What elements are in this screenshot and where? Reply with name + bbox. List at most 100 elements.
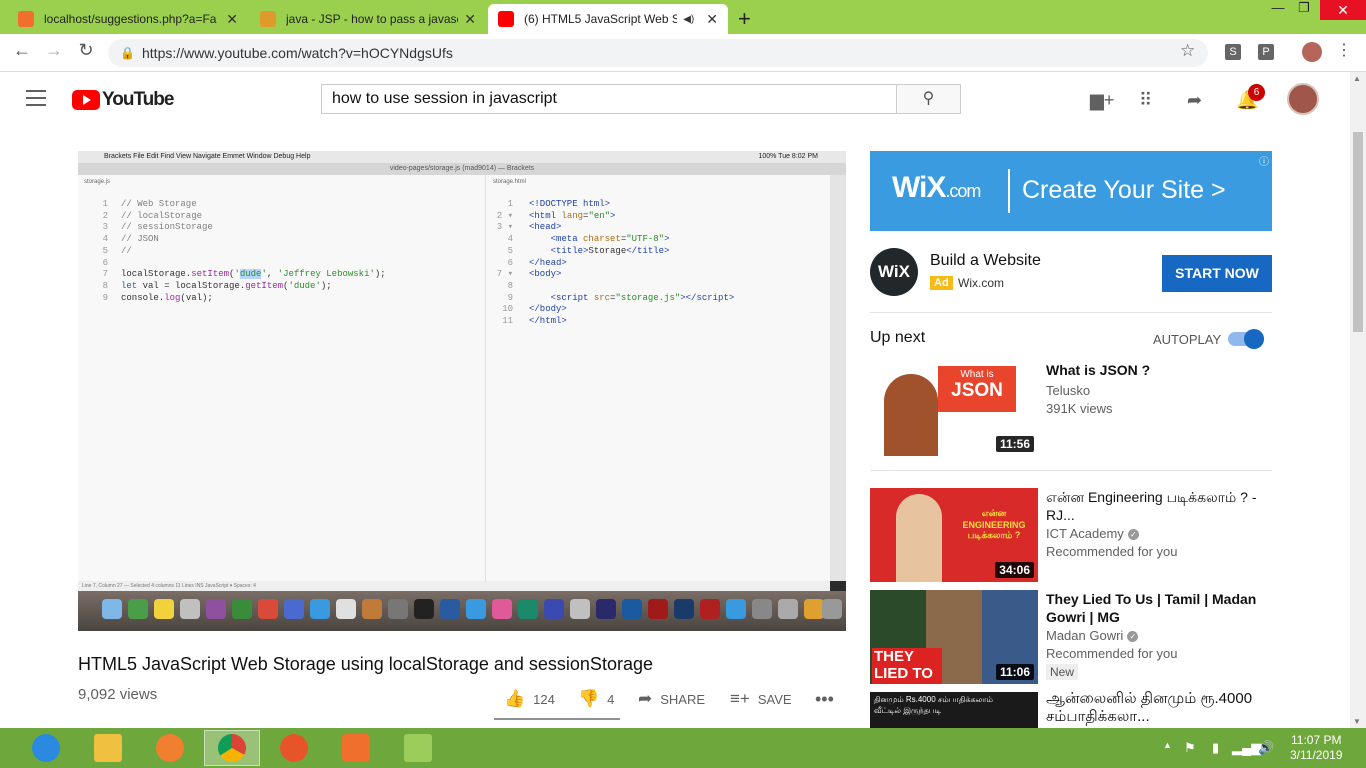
forward-icon[interactable]: → bbox=[42, 40, 66, 61]
tab-title: localhost/suggestions.php?a=Fa bbox=[44, 12, 217, 26]
ad-separator bbox=[1008, 169, 1010, 213]
video-thumbnail[interactable]: என்ன ENGINEERING படிக்கலாம் ? 34:06 bbox=[870, 488, 1038, 582]
network-signal-icon[interactable]: ▂▄▆ bbox=[1232, 740, 1261, 756]
new-tab-button[interactable]: + bbox=[738, 6, 751, 32]
left-file-name: storage.js bbox=[84, 179, 111, 185]
create-video-icon[interactable]: ▆+ bbox=[1090, 90, 1114, 111]
start-now-button[interactable]: START NOW bbox=[1162, 255, 1272, 292]
uc-browser-icon[interactable] bbox=[142, 730, 198, 766]
scrollbar-thumb[interactable] bbox=[1353, 132, 1363, 332]
mac-dock bbox=[78, 591, 846, 631]
ad-banner[interactable]: WiX.com Create Your Site > ⓘ bbox=[870, 151, 1272, 231]
close-tab-icon[interactable]: ✕ bbox=[464, 11, 476, 28]
video-thumbnail[interactable]: What is JSON 11:56 bbox=[870, 362, 1038, 456]
internet-explorer-icon[interactable] bbox=[18, 730, 74, 766]
file-explorer-icon[interactable] bbox=[80, 730, 136, 766]
close-tab-icon[interactable]: ✕ bbox=[706, 11, 718, 28]
browser-menu-icon[interactable]: ⋮ bbox=[1336, 40, 1352, 60]
channel-name-text: ICT Academy bbox=[1046, 526, 1124, 541]
reload-icon[interactable]: ↻ bbox=[74, 40, 98, 61]
editor-window-title: video-pages/storage.js (mad9014) — Brack… bbox=[389, 165, 535, 172]
video-thumbnail[interactable]: THEY LIED TO US 11:06 bbox=[870, 590, 1038, 684]
verified-check-icon: ✓ bbox=[1127, 631, 1139, 643]
ad-info-icon[interactable]: ⓘ bbox=[1259, 153, 1269, 168]
bookmark-star-icon[interactable]: ☆ bbox=[1180, 41, 1195, 61]
video-duration: 34:06 bbox=[995, 562, 1034, 578]
close-window-icon[interactable]: ✕ bbox=[1320, 0, 1366, 20]
profile-avatar[interactable] bbox=[1302, 42, 1322, 62]
minimize-icon[interactable]: — bbox=[1264, 0, 1292, 20]
wix-logo: WiX.com bbox=[892, 171, 981, 205]
code-editor: storage.js 1 2 3 4 5 6 7 8 9 // Web Stor… bbox=[78, 175, 830, 581]
firefox-icon[interactable] bbox=[266, 730, 322, 766]
clock-date: 3/11/2019 bbox=[1290, 748, 1343, 762]
video-item-title[interactable]: What is JSON ? bbox=[1046, 361, 1266, 379]
clock-time: 11:07 PM bbox=[1291, 733, 1342, 747]
tab-youtube[interactable]: (6) HTML5 JavaScript Web St ◀) ✕ bbox=[488, 4, 728, 34]
share-button[interactable]: ➦ SHARE bbox=[638, 689, 705, 709]
video-thumbnail[interactable]: தினமும் Rs.4000 சம்பாதிக்கலாம் வீட்டில் … bbox=[870, 692, 1038, 728]
video-meta: 391K views bbox=[1046, 401, 1113, 416]
tab-stackoverflow[interactable]: java - JSP - how to pass a javascr ✕ bbox=[250, 4, 486, 34]
autoplay-toggle[interactable] bbox=[1228, 329, 1264, 349]
battery-icon[interactable]: ▮ bbox=[1212, 740, 1219, 756]
extension-s-icon[interactable]: S bbox=[1225, 44, 1241, 60]
volume-icon[interactable]: 🔊 bbox=[1258, 740, 1274, 756]
line-numbers: 1 2 ▾ 3 ▾ 4 5 6 7 ▾ 8 9 10 11 bbox=[496, 199, 513, 327]
channel-name[interactable]: Telusko bbox=[1046, 383, 1090, 398]
video-meta: Recommended for you bbox=[1046, 544, 1178, 559]
extension-p-icon[interactable]: P bbox=[1258, 44, 1274, 60]
messages-icon[interactable]: ➦ bbox=[1187, 90, 1202, 111]
video-item-title[interactable]: ஆன்லைனில் தினமும் ரூ.4000 சம்பாதிக்கலா..… bbox=[1046, 690, 1266, 726]
audio-playing-icon[interactable]: ◀) bbox=[683, 14, 694, 25]
back-icon[interactable]: ← bbox=[10, 40, 34, 61]
menu-hamburger-icon[interactable] bbox=[26, 90, 46, 111]
apps-grid-icon[interactable]: ⠿ bbox=[1139, 90, 1152, 111]
address-toolbar: ← → ↻ 🔒 https://www.youtube.com/watch?v=… bbox=[0, 34, 1366, 72]
video-duration: 11:06 bbox=[995, 664, 1034, 680]
advertiser-logo[interactable]: WiX bbox=[870, 248, 918, 296]
more-actions-icon[interactable]: ••• bbox=[815, 689, 834, 710]
channel-name[interactable]: ICT Academy ✓ bbox=[1046, 526, 1139, 541]
maximize-icon[interactable]: ❐ bbox=[1290, 0, 1318, 20]
notepad-plus-icon[interactable] bbox=[390, 730, 446, 766]
browser-tab-strip: localhost/suggestions.php?a=Fa ✕ java - … bbox=[0, 0, 1366, 34]
action-center-flag-icon[interactable]: ⚑ bbox=[1184, 740, 1196, 756]
system-clock[interactable]: 11:07 PM 3/11/2019 bbox=[1290, 733, 1343, 763]
search-button[interactable]: ⚲ bbox=[896, 84, 961, 114]
xampp-icon[interactable] bbox=[328, 730, 384, 766]
editor-title-bar: video-pages/storage.js (mad9014) — Brack… bbox=[78, 163, 846, 185]
tab-localhost[interactable]: localhost/suggestions.php?a=Fa ✕ bbox=[8, 4, 248, 34]
show-hidden-icons[interactable]: ▲ bbox=[1163, 740, 1172, 750]
page-scrollbar[interactable]: ▲ ▼ bbox=[1350, 72, 1366, 728]
divider bbox=[870, 312, 1272, 313]
like-button[interactable]: 👍 124 bbox=[504, 689, 555, 709]
scroll-up-icon[interactable]: ▲ bbox=[1353, 74, 1361, 83]
video-title: HTML5 JavaScript Web Storage using local… bbox=[78, 654, 653, 674]
thumb-text: THEY LIED TO US bbox=[872, 648, 942, 684]
person-figure bbox=[896, 494, 942, 582]
account-avatar[interactable] bbox=[1287, 83, 1319, 115]
save-button[interactable]: ≡+ SAVE bbox=[730, 689, 792, 709]
mac-menu-text: Brackets File Edit Find View Navigate Em… bbox=[104, 153, 311, 160]
left-pane: storage.js 1 2 3 4 5 6 7 8 9 // Web Stor… bbox=[78, 175, 486, 581]
video-item-title[interactable]: They Lied To Us | Tamil | Madan Gowri | … bbox=[1046, 590, 1266, 626]
thumb-text: என்ன ENGINEERING படிக்கலாம் ? bbox=[962, 508, 1026, 540]
right-pane: storage.html 1 2 ▾ 3 ▾ 4 5 6 7 ▾ 8 9 10 … bbox=[487, 175, 830, 581]
channel-name[interactable]: Madan Gowri ✓ bbox=[1046, 628, 1139, 643]
ad-title[interactable]: Build a Website bbox=[930, 252, 1041, 270]
thumb-text-2: JSON bbox=[951, 380, 1003, 401]
video-player[interactable]: Brackets File Edit Find View Navigate Em… bbox=[78, 151, 846, 631]
scroll-down-icon[interactable]: ▼ bbox=[1353, 717, 1361, 726]
dislike-button[interactable]: 👎 4 bbox=[578, 689, 614, 709]
video-meta: Recommended for you bbox=[1046, 646, 1178, 661]
video-item-title[interactable]: என்ன Engineering படிக்கலாம் ? - RJ... bbox=[1046, 488, 1266, 524]
url-field[interactable]: 🔒 https://www.youtube.com/watch?v=hOCYNd… bbox=[108, 39, 1208, 67]
chrome-icon[interactable] bbox=[204, 730, 260, 766]
youtube-logo[interactable]: YouTube bbox=[72, 89, 174, 111]
close-tab-icon[interactable]: ✕ bbox=[226, 11, 238, 28]
search-input[interactable]: how to use session in javascript bbox=[321, 84, 897, 114]
new-badge: New bbox=[1046, 664, 1079, 680]
verified-check-icon: ✓ bbox=[1127, 529, 1139, 541]
logo-text: YouTube bbox=[102, 89, 174, 110]
